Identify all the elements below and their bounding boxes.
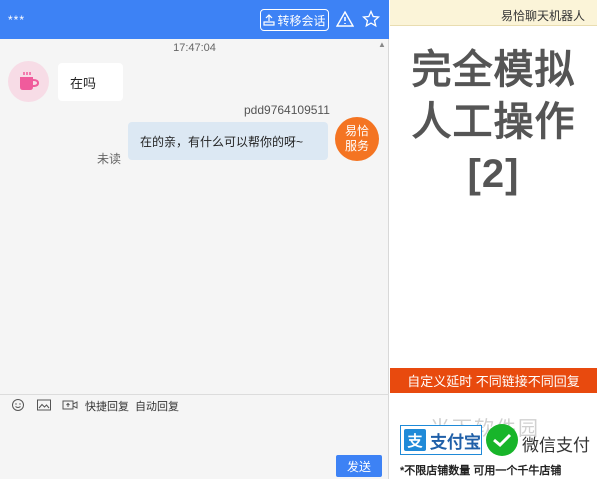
service-avatar: 易恰 服务 <box>335 117 379 161</box>
service-avatar-line1: 易恰 <box>344 124 369 138</box>
payment-methods: 支 支付宝 微信支付 <box>390 424 597 456</box>
message-timestamp: 17:47:04 <box>173 42 216 54</box>
transfer-icon <box>263 14 276 26</box>
alipay-label: 支付宝 <box>430 432 481 452</box>
sender-name: pdd9764109511 <box>244 103 330 117</box>
promo-headline: 完全模拟 人工操作 [2] <box>390 44 597 200</box>
promo-banner: 自定义延时 不同链接不同回复 <box>390 368 597 393</box>
alipay-icon: 支 <box>404 429 426 451</box>
promo-header-title: 易恰聊天机器人 <box>500 9 585 23</box>
transfer-session-label: 转移会话 <box>277 13 326 28</box>
unread-status: 未读 <box>97 152 122 166</box>
promo-panel: 易恰聊天机器人 完全模拟 人工操作 [2] 自定义延时 不同链接不同回复 当下软… <box>390 0 597 479</box>
wechat-pay-icon <box>486 424 518 456</box>
promo-header: 易恰聊天机器人 <box>390 0 597 26</box>
outgoing-message-bubble: 在的亲，有什么可以帮你的呀~ <box>128 122 328 160</box>
warning-icon[interactable] <box>336 10 354 28</box>
input-divider <box>0 394 389 395</box>
chat-header: *** 转移会话 <box>0 0 389 39</box>
star-icon[interactable] <box>362 10 380 28</box>
promo-headline-line3: [2] <box>467 152 520 196</box>
send-button[interactable]: 发送 <box>336 455 382 477</box>
alipay-logo: 支 支付宝 <box>400 425 482 455</box>
customer-avatar <box>8 61 49 102</box>
quick-reply-button[interactable]: 快捷回复 <box>85 398 129 414</box>
chat-panel: *** 转移会话 ▲ 17:47:04 在吗 pdd9764109511 在的亲… <box>0 0 389 479</box>
promo-headline-line1: 完全模拟 <box>411 48 576 92</box>
incoming-message-bubble: 在吗 <box>58 63 123 101</box>
video-icon[interactable] <box>62 398 78 412</box>
wechat-pay-label: 微信支付 <box>522 436 590 455</box>
transfer-session-button[interactable]: 转移会话 <box>260 9 329 31</box>
emoji-icon[interactable] <box>10 398 26 412</box>
promo-headline-line2: 人工操作 <box>411 100 576 144</box>
image-icon[interactable] <box>36 398 52 412</box>
promo-footer: *不限店铺数量 可用一个千牛店铺 <box>400 465 562 477</box>
chat-title: *** <box>8 13 26 27</box>
auto-reply-button[interactable]: 自动回复 <box>135 398 179 414</box>
cup-icon <box>19 71 39 90</box>
service-avatar-line2: 服务 <box>344 139 369 153</box>
